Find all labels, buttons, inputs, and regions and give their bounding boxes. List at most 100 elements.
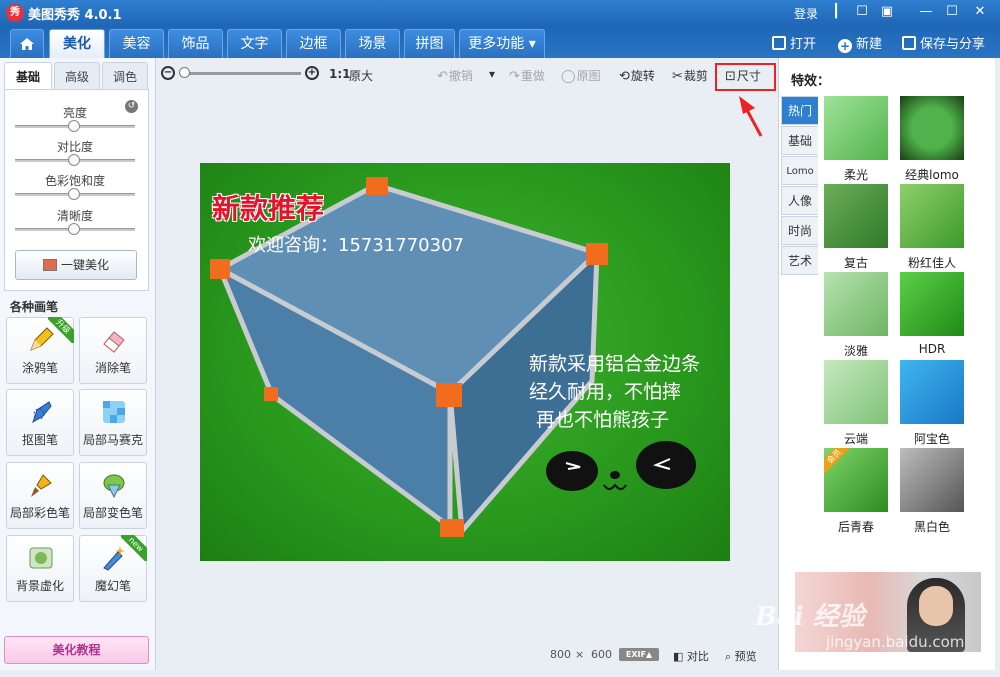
menu-icon[interactable]: ▣ <box>877 3 897 21</box>
one-key-label: 一键美化 <box>60 258 109 272</box>
undo-button[interactable]: ↶撤销 <box>437 67 473 84</box>
doodle-brush[interactable]: 升级 涂鸦笔 <box>6 317 74 384</box>
saturation-label: 色彩饱和度 <box>44 174 105 188</box>
folder-icon <box>772 36 786 50</box>
message-icon[interactable]: ☐ <box>852 3 872 21</box>
login-link[interactable]: 登录 <box>794 5 818 22</box>
contrast-knob[interactable] <box>68 154 80 166</box>
close-button[interactable]: ✕ <box>970 3 990 21</box>
compare-button[interactable]: ◧ 对比 <box>673 648 709 664</box>
left-panel: 基础 高级 调色 ↺ 亮度 对比度 色彩饱和度 清晰度 一键美化 各种画笔 升级 <box>0 58 156 670</box>
tab-color[interactable]: 调色 <box>102 62 148 90</box>
tab-scene[interactable]: 场景 <box>345 29 400 58</box>
watermark-url: jingyan.baidu.com <box>826 633 965 651</box>
recolor-brush[interactable]: 局部变色笔 <box>79 462 147 529</box>
open-button[interactable]: 打开 <box>772 33 816 52</box>
maximize-button[interactable]: ☐ <box>942 3 962 21</box>
crop-button[interactable]: ✂裁剪 <box>672 67 708 84</box>
saturation-knob[interactable] <box>68 188 80 200</box>
tutorial-label: 美化教程 <box>52 643 101 657</box>
effects-title: 特效： <box>791 74 831 89</box>
ratio-button[interactable]: 1:1 <box>329 67 351 81</box>
brush-label: 抠图笔 <box>21 433 58 447</box>
effect-abao[interactable] <box>900 360 964 424</box>
adjust-tabs: 基础 高级 调色 <box>4 62 149 90</box>
fx-tab-art[interactable]: 艺术 <box>781 246 818 275</box>
effect-black-white[interactable] <box>900 448 964 512</box>
effect-retro[interactable] <box>824 184 888 248</box>
effect-pink-lady[interactable] <box>900 184 964 248</box>
app-logo-icon: 秀 <box>6 4 24 22</box>
tab-basic[interactable]: 基础 <box>4 62 52 90</box>
tab-accessories[interactable]: 饰品 <box>168 29 223 58</box>
fx-tab-portrait[interactable]: 人像 <box>781 186 818 215</box>
redo-label: 重做 <box>520 69 545 83</box>
home-tab[interactable] <box>10 29 44 58</box>
effect-youth[interactable]: 会员 <box>824 448 888 512</box>
skin-icon[interactable]: ┃ <box>826 3 846 21</box>
ad-face-image <box>919 586 953 626</box>
photo-contact: 欢迎咨询：15731770307 <box>248 235 464 256</box>
upgrade-badge: 升级 <box>48 317 74 343</box>
effect-label: 云端 <box>843 432 868 446</box>
original-label: 原图 <box>576 69 601 83</box>
one-key-beautify-button[interactable]: 一键美化 <box>15 250 137 280</box>
fx-tab-basic[interactable]: 基础 <box>781 126 818 155</box>
tab-frame[interactable]: 边框 <box>286 29 341 58</box>
zoom-out-icon[interactable]: − <box>161 66 175 80</box>
effect-elegant[interactable] <box>824 272 888 336</box>
canvas-area: − + 1:1 原大 ↶撤销 ▾ ↷重做 ◯原图 ⟲旋转 ✂裁剪 ⊡尺寸 新款推… <box>157 58 777 670</box>
tab-beautify[interactable]: 美化 <box>49 29 105 58</box>
redo-icon: ↷ <box>509 69 520 84</box>
rotate-button[interactable]: ⟲旋转 <box>619 67 655 84</box>
effect-label: 阿宝色 <box>913 432 950 446</box>
zoom-in-icon[interactable]: + <box>305 66 319 80</box>
fx-tab-lomo[interactable]: Lomo <box>781 156 818 185</box>
effect-hdr[interactable] <box>900 272 964 336</box>
save-share-button[interactable]: 保存与分享 <box>902 33 985 52</box>
tab-text[interactable]: 文字 <box>227 29 282 58</box>
eraser-icon <box>103 331 125 353</box>
new-badge: new <box>121 535 147 561</box>
sharpness-label: 清晰度 <box>56 209 93 223</box>
brush-label: 背景虚化 <box>15 579 64 593</box>
effect-label: 黑白色 <box>913 520 950 534</box>
eraser-brush[interactable]: 消除笔 <box>79 317 147 384</box>
undo-dropdown[interactable]: ▾ <box>489 67 495 81</box>
effect-cloud[interactable] <box>824 360 888 424</box>
tab-more[interactable]: 更多功能 ▾ <box>459 29 545 58</box>
photo-canvas[interactable]: 新款推荐 欢迎咨询：15731770307 新款采用铝合金边条 经久耐用，不怕摔… <box>200 163 730 561</box>
tab-collage[interactable]: 拼图 <box>404 29 455 58</box>
blur-background-brush[interactable]: 背景虚化 <box>6 535 74 602</box>
original-size-button[interactable]: 原大 <box>349 67 373 84</box>
tab-face[interactable]: 美容 <box>109 29 164 58</box>
cutout-brush[interactable]: 抠图笔 <box>6 389 74 456</box>
zoom-slider[interactable] <box>183 72 301 75</box>
zoom-knob[interactable] <box>179 67 190 78</box>
color-brush[interactable]: 局部彩色笔 <box>6 462 74 529</box>
new-button[interactable]: + 新建 <box>838 33 882 53</box>
effect-label: HDR <box>918 342 946 356</box>
plus-icon: + <box>838 39 852 53</box>
preview-label: 预览 <box>734 650 757 663</box>
minimize-button[interactable]: — <box>916 3 936 21</box>
tab-advanced[interactable]: 高级 <box>54 62 100 90</box>
fx-tab-hot[interactable]: 热门 <box>781 96 818 125</box>
sharpness-knob[interactable] <box>68 223 80 235</box>
effect-soft-light[interactable] <box>824 96 888 160</box>
original-button[interactable]: ◯原图 <box>561 67 601 84</box>
magic-brush[interactable]: new 魔幻笔 <box>79 535 147 602</box>
image-toolbar: − + 1:1 原大 ↶撤销 ▾ ↷重做 ◯原图 ⟲旋转 ✂裁剪 ⊡尺寸 <box>157 58 777 137</box>
title-bar: 秀 美图秀秀 4.0.1 登录 ┃ ☐ ▣ — ☐ ✕ <box>0 0 1000 26</box>
brightness-knob[interactable] <box>68 120 80 132</box>
mosaic-brush[interactable]: 局部马赛克 <box>79 389 147 456</box>
tutorial-button[interactable]: 美化教程 <box>4 636 149 664</box>
redo-button[interactable]: ↷重做 <box>509 67 545 84</box>
exif-button[interactable]: EXIF▲ <box>619 648 659 661</box>
fx-tab-fashion[interactable]: 时尚 <box>781 216 818 245</box>
color-cup-icon <box>103 474 125 499</box>
effect-classic-lomo[interactable] <box>900 96 964 160</box>
preview-button[interactable]: ⌕ 预览 <box>725 648 757 664</box>
scissors-icon: ✂ <box>672 69 683 84</box>
watermark-logo: Bai 经验 <box>755 602 865 632</box>
